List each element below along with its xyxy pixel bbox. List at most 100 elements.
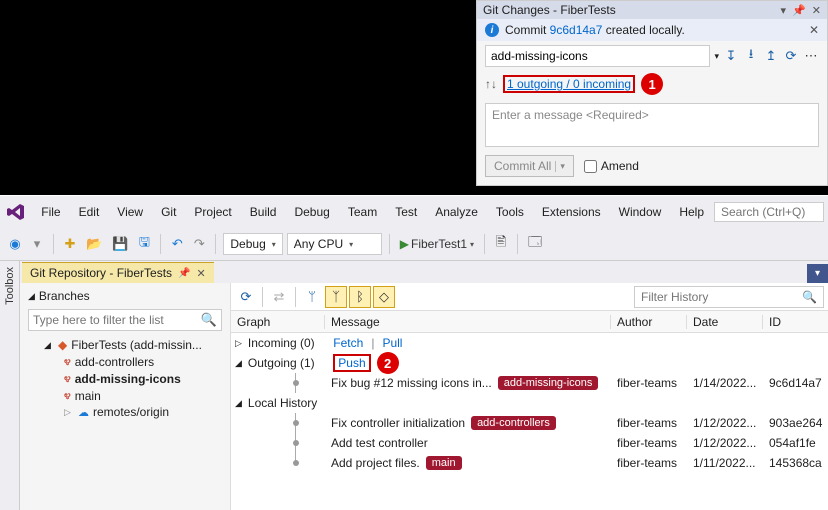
menu-analyze[interactable]: Analyze bbox=[427, 201, 486, 223]
undo-button[interactable]: ↶ bbox=[168, 233, 186, 255]
amend-checkbox-input[interactable] bbox=[584, 160, 597, 173]
tab-git-repository[interactable]: Git Repository - FiberTests 📌 ✕ bbox=[22, 262, 214, 283]
branch-item[interactable]: ೪ main bbox=[20, 387, 230, 404]
info-prefix: Commit bbox=[505, 23, 550, 37]
redo-button[interactable]: ↷ bbox=[190, 233, 208, 255]
local-history-group[interactable]: ◢ Local History bbox=[231, 393, 828, 413]
config-dropdown[interactable]: Debug▾ bbox=[223, 233, 282, 255]
col-id[interactable]: ID bbox=[763, 315, 828, 329]
push-link[interactable]: Push bbox=[338, 356, 365, 370]
amend-label: Amend bbox=[601, 159, 639, 173]
tabstrip-overflow-icon[interactable]: ▾ bbox=[807, 264, 828, 283]
branches-button[interactable]: ᛘ bbox=[301, 286, 323, 308]
toolbox-label: Toolbox bbox=[4, 261, 16, 311]
filter-btn-3[interactable]: ◇ bbox=[373, 286, 395, 308]
commit-row[interactable]: Add project files.main fiber-teams 1/11/… bbox=[231, 453, 828, 473]
col-date[interactable]: Date bbox=[687, 315, 763, 329]
branch-item-current[interactable]: ೪ add-missing-icons bbox=[20, 370, 230, 387]
tree-root[interactable]: ◢◆ FiberTests (add-missin... bbox=[20, 337, 230, 353]
pull-link[interactable]: Pull bbox=[382, 336, 402, 350]
col-author[interactable]: Author bbox=[611, 315, 687, 329]
menu-edit[interactable]: Edit bbox=[71, 201, 108, 223]
platform-dropdown[interactable]: Any CPU▾ bbox=[287, 233, 382, 255]
history-filter[interactable]: 🔍 bbox=[634, 286, 824, 308]
menu-tools[interactable]: Tools bbox=[488, 201, 532, 223]
outgoing-incoming-link[interactable]: 1 outgoing / 0 incoming bbox=[503, 75, 635, 93]
more-icon[interactable]: ⋯ bbox=[803, 48, 819, 64]
fetch-link[interactable]: Fetch bbox=[333, 336, 363, 350]
save-button[interactable]: 💾 bbox=[109, 233, 131, 255]
commit-message-input[interactable]: Enter a message <Required> bbox=[485, 103, 819, 147]
commit-row[interactable]: Fix bug #12 missing icons in...add-missi… bbox=[231, 373, 828, 393]
menu-debug[interactable]: Debug bbox=[286, 201, 337, 223]
col-message[interactable]: Message bbox=[325, 315, 611, 329]
incoming-label: Incoming (0) bbox=[248, 336, 315, 350]
filter-btn-2[interactable]: ᛒ bbox=[349, 286, 371, 308]
nav-back-button[interactable]: ◉ bbox=[6, 233, 24, 255]
sync-icon[interactable]: ⟳ bbox=[783, 48, 799, 64]
menu-view[interactable]: View bbox=[109, 201, 151, 223]
pull-icon[interactable]: ⭳ bbox=[743, 48, 759, 64]
start-button[interactable]: ▶ FiberTest1 ▾ bbox=[397, 233, 477, 255]
branch-badge: add-controllers bbox=[471, 416, 556, 430]
menu-file[interactable]: File bbox=[33, 201, 68, 223]
history-filter-input[interactable] bbox=[641, 290, 796, 304]
save-all-button[interactable]: 🖫 bbox=[135, 233, 153, 255]
remotes-item[interactable]: ▷☁ remotes/origin bbox=[20, 404, 230, 420]
commit-row[interactable]: Fix controller initializationadd-control… bbox=[231, 413, 828, 433]
commit-id: 9c6d14a7 bbox=[763, 376, 828, 390]
branch-item[interactable]: ೪ add-controllers bbox=[20, 353, 230, 370]
search-input[interactable] bbox=[714, 202, 824, 222]
amend-checkbox[interactable]: Amend bbox=[584, 159, 639, 173]
menu-extensions[interactable]: Extensions bbox=[534, 201, 609, 223]
menu-git[interactable]: Git bbox=[153, 201, 184, 223]
open-button[interactable]: 📂 bbox=[83, 233, 105, 255]
menu-help[interactable]: Help bbox=[671, 201, 712, 223]
branch-dropdown-icon[interactable]: ▾ bbox=[714, 51, 719, 62]
branch-input[interactable] bbox=[485, 45, 710, 67]
filter-btn-1[interactable]: ᛉ bbox=[325, 286, 347, 308]
history-pane: ⟳ ⇄ ᛘ ᛉ ᛒ ◇ 🔍 Graph Message Auth bbox=[231, 283, 828, 510]
cloud-icon: ☁ bbox=[78, 406, 89, 419]
commit-row[interactable]: Add test controller fiber-teams 1/12/202… bbox=[231, 433, 828, 453]
search-icon[interactable]: 🔍 bbox=[802, 290, 817, 304]
commit-all-button[interactable]: Commit All ▾ bbox=[485, 155, 574, 177]
menu-project[interactable]: Project bbox=[186, 201, 239, 223]
refresh-button[interactable]: ⟳ bbox=[235, 286, 257, 308]
history-toolbar: ⟳ ⇄ ᛘ ᛉ ᛒ ◇ 🔍 bbox=[231, 283, 828, 311]
outgoing-group[interactable]: ◢ Outgoing (1) Push 2 bbox=[231, 353, 828, 373]
search-icon[interactable]: 🔍 bbox=[201, 312, 217, 328]
compare-button[interactable]: ⇄ bbox=[268, 286, 290, 308]
branches-header[interactable]: ◢ Branches bbox=[20, 287, 230, 305]
history-columns: Graph Message Author Date ID bbox=[231, 311, 828, 333]
branch-filter[interactable]: 🔍 bbox=[28, 309, 222, 331]
sync-arrows-icon: ↑↓ bbox=[485, 77, 497, 91]
menu-team[interactable]: Team bbox=[340, 201, 385, 223]
branch-filter-input[interactable] bbox=[33, 313, 201, 327]
info-close-icon[interactable]: ✕ bbox=[809, 23, 819, 37]
menubar: File Edit View Git Project Build Debug T… bbox=[0, 195, 828, 228]
tab-pin-icon[interactable]: 📌 bbox=[178, 268, 190, 279]
push-icon[interactable]: ↥ bbox=[763, 48, 779, 64]
menu-window[interactable]: Window bbox=[611, 201, 670, 223]
fetch-icon[interactable]: ↧ bbox=[723, 48, 739, 64]
close-icon[interactable]: ✕ bbox=[812, 4, 821, 17]
toolbox-tab[interactable]: Toolbox bbox=[0, 261, 20, 510]
branch-icon: ೪ bbox=[64, 354, 71, 369]
commit-hash-link[interactable]: 9c6d14a7 bbox=[550, 23, 603, 37]
tb-icon-2[interactable]: 🗔 bbox=[525, 233, 545, 255]
tb-icon-1[interactable]: 🖹 bbox=[492, 233, 510, 255]
menu-build[interactable]: Build bbox=[242, 201, 285, 223]
incoming-group[interactable]: ▷ Incoming (0) Fetch | Pull bbox=[231, 333, 828, 353]
menu-test[interactable]: Test bbox=[387, 201, 425, 223]
commit-dropdown-icon[interactable]: ▾ bbox=[555, 161, 565, 172]
col-graph[interactable]: Graph bbox=[231, 315, 325, 329]
new-item-button[interactable]: ✚ bbox=[61, 233, 79, 255]
document-tabstrip: Git Repository - FiberTests 📌 ✕ ▾ bbox=[20, 261, 828, 283]
dropdown-icon[interactable]: ▾ bbox=[781, 4, 787, 17]
tab-close-icon[interactable]: ✕ bbox=[197, 267, 206, 280]
nav-fwd-button[interactable]: ▾ bbox=[28, 233, 46, 255]
pin-icon[interactable]: 📌 bbox=[792, 4, 806, 17]
tab-label: Git Repository - FiberTests bbox=[30, 266, 172, 280]
commit-date: 1/12/2022... bbox=[687, 416, 763, 430]
